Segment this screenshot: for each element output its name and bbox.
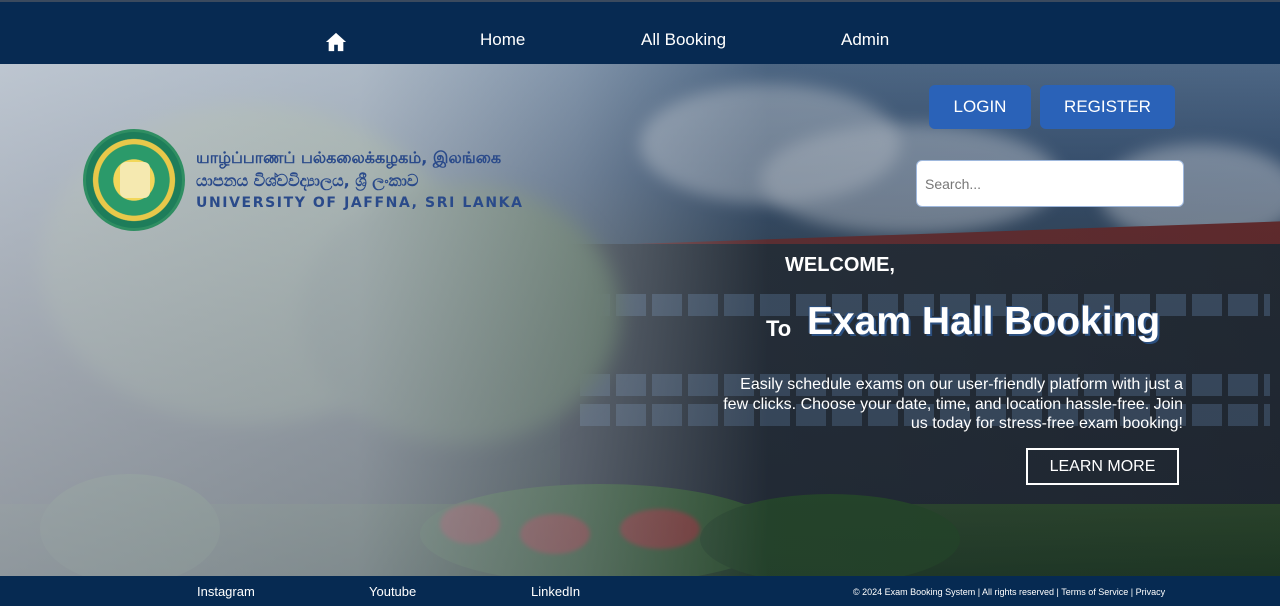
top-nav: Home All Booking Admin [0,0,1280,64]
logo-tamil-text: யாழ்ப்பாணப் பல்கலைக்கழகம், இலங்கை [196,148,502,167]
logo-english-text: UNIVERSITY OF JAFFNA, SRI LANKA [196,195,524,211]
nav-all-booking-link[interactable]: All Booking [641,30,726,50]
university-seal-icon [83,129,185,231]
login-button[interactable]: LOGIN [929,85,1031,129]
welcome-heading: WELCOME, [785,254,895,276]
footer-copyright: © 2024 Exam Booking System | All rights … [853,587,1166,597]
hero-description: Easily schedule exams on our user-friend… [723,376,1183,432]
footer-instagram-link[interactable]: Instagram [197,584,255,599]
hero-section: யாழ்ப்பாணப் பல்கலைக்கழகம், இலங்கை යාපනය … [0,64,1280,576]
hero-to-text: To [766,316,792,341]
footer-youtube-link[interactable]: Youtube [369,584,416,599]
nav-home-link[interactable]: Home [480,30,525,50]
footer-linkedin-link[interactable]: LinkedIn [531,584,580,599]
footer: Instagram Youtube LinkedIn © 2024 Exam B… [0,576,1280,606]
nav-admin-link[interactable]: Admin [841,30,889,50]
logo-sinhala-text: යාපනය විශ්වවිද්‍යාලය, ශ්‍රී ලංකාව [196,171,419,190]
learn-more-button[interactable]: LEARN MORE [1026,448,1179,485]
hero-title: Exam Hall Booking [807,300,1161,343]
register-button[interactable]: REGISTER [1040,85,1175,129]
search-input[interactable] [916,160,1184,207]
home-icon[interactable] [325,31,347,53]
